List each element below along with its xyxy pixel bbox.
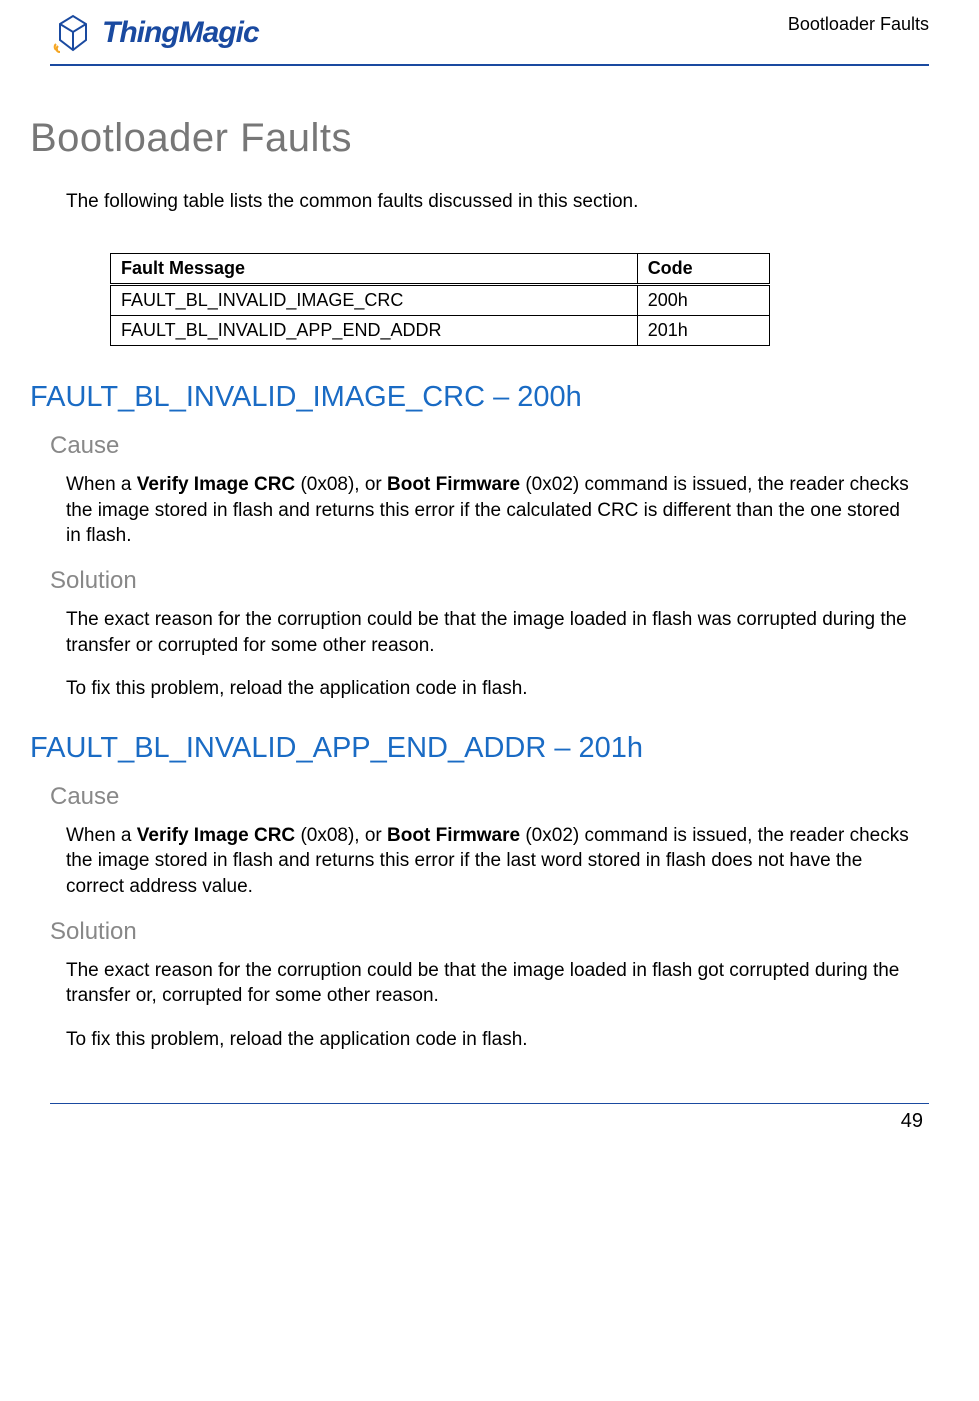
logo: ThingMagic [50, 10, 259, 56]
logo-icon [50, 10, 96, 56]
running-title: Bootloader Faults [788, 14, 929, 35]
table-header-msg: Fault Message [111, 254, 638, 285]
logo-text: ThingMagic [102, 16, 259, 50]
solution-paragraph: The exact reason for the corruption coul… [66, 958, 919, 1009]
cause-paragraph: When a Verify Image CRC (0x08), or Boot … [66, 823, 919, 900]
table-row: FAULT_BL_INVALID_APP_END_ADDR 201h [111, 316, 770, 346]
table-header-code: Code [637, 254, 769, 285]
text: (0x08), or [295, 825, 387, 846]
cause-heading: Cause [50, 783, 929, 811]
table-row: FAULT_BL_INVALID_IMAGE_CRC 200h [111, 285, 770, 316]
text: When a [66, 474, 137, 495]
solution-paragraph: To fix this problem, reload the applicat… [66, 676, 919, 702]
solution-heading: Solution [50, 918, 929, 946]
footer-rule [50, 1103, 929, 1104]
table-cell-code: 200h [637, 285, 769, 316]
fault-table: Fault Message Code FAULT_BL_INVALID_IMAG… [110, 253, 770, 346]
bold-text: Verify Image CRC [137, 474, 295, 495]
table-cell-msg: FAULT_BL_INVALID_APP_END_ADDR [111, 316, 638, 346]
bold-text: Boot Firmware [387, 825, 520, 846]
page-title: Bootloader Faults [30, 116, 929, 161]
solution-heading: Solution [50, 567, 929, 595]
table-cell-code: 201h [637, 316, 769, 346]
page-number: 49 [50, 1110, 929, 1133]
text: (0x08), or [295, 474, 387, 495]
solution-paragraph: The exact reason for the corruption coul… [66, 607, 919, 658]
solution-paragraph: To fix this problem, reload the applicat… [66, 1027, 919, 1053]
cause-paragraph: When a Verify Image CRC (0x08), or Boot … [66, 472, 919, 549]
text: When a [66, 825, 137, 846]
fault-heading: FAULT_BL_INVALID_APP_END_ADDR – 201h [30, 732, 929, 765]
intro-paragraph: The following table lists the common fau… [66, 191, 929, 213]
page-header: ThingMagic Bootloader Faults [50, 10, 929, 66]
cause-heading: Cause [50, 432, 929, 460]
table-cell-msg: FAULT_BL_INVALID_IMAGE_CRC [111, 285, 638, 316]
fault-heading: FAULT_BL_INVALID_IMAGE_CRC – 200h [30, 381, 929, 414]
bold-text: Boot Firmware [387, 474, 520, 495]
bold-text: Verify Image CRC [137, 825, 295, 846]
